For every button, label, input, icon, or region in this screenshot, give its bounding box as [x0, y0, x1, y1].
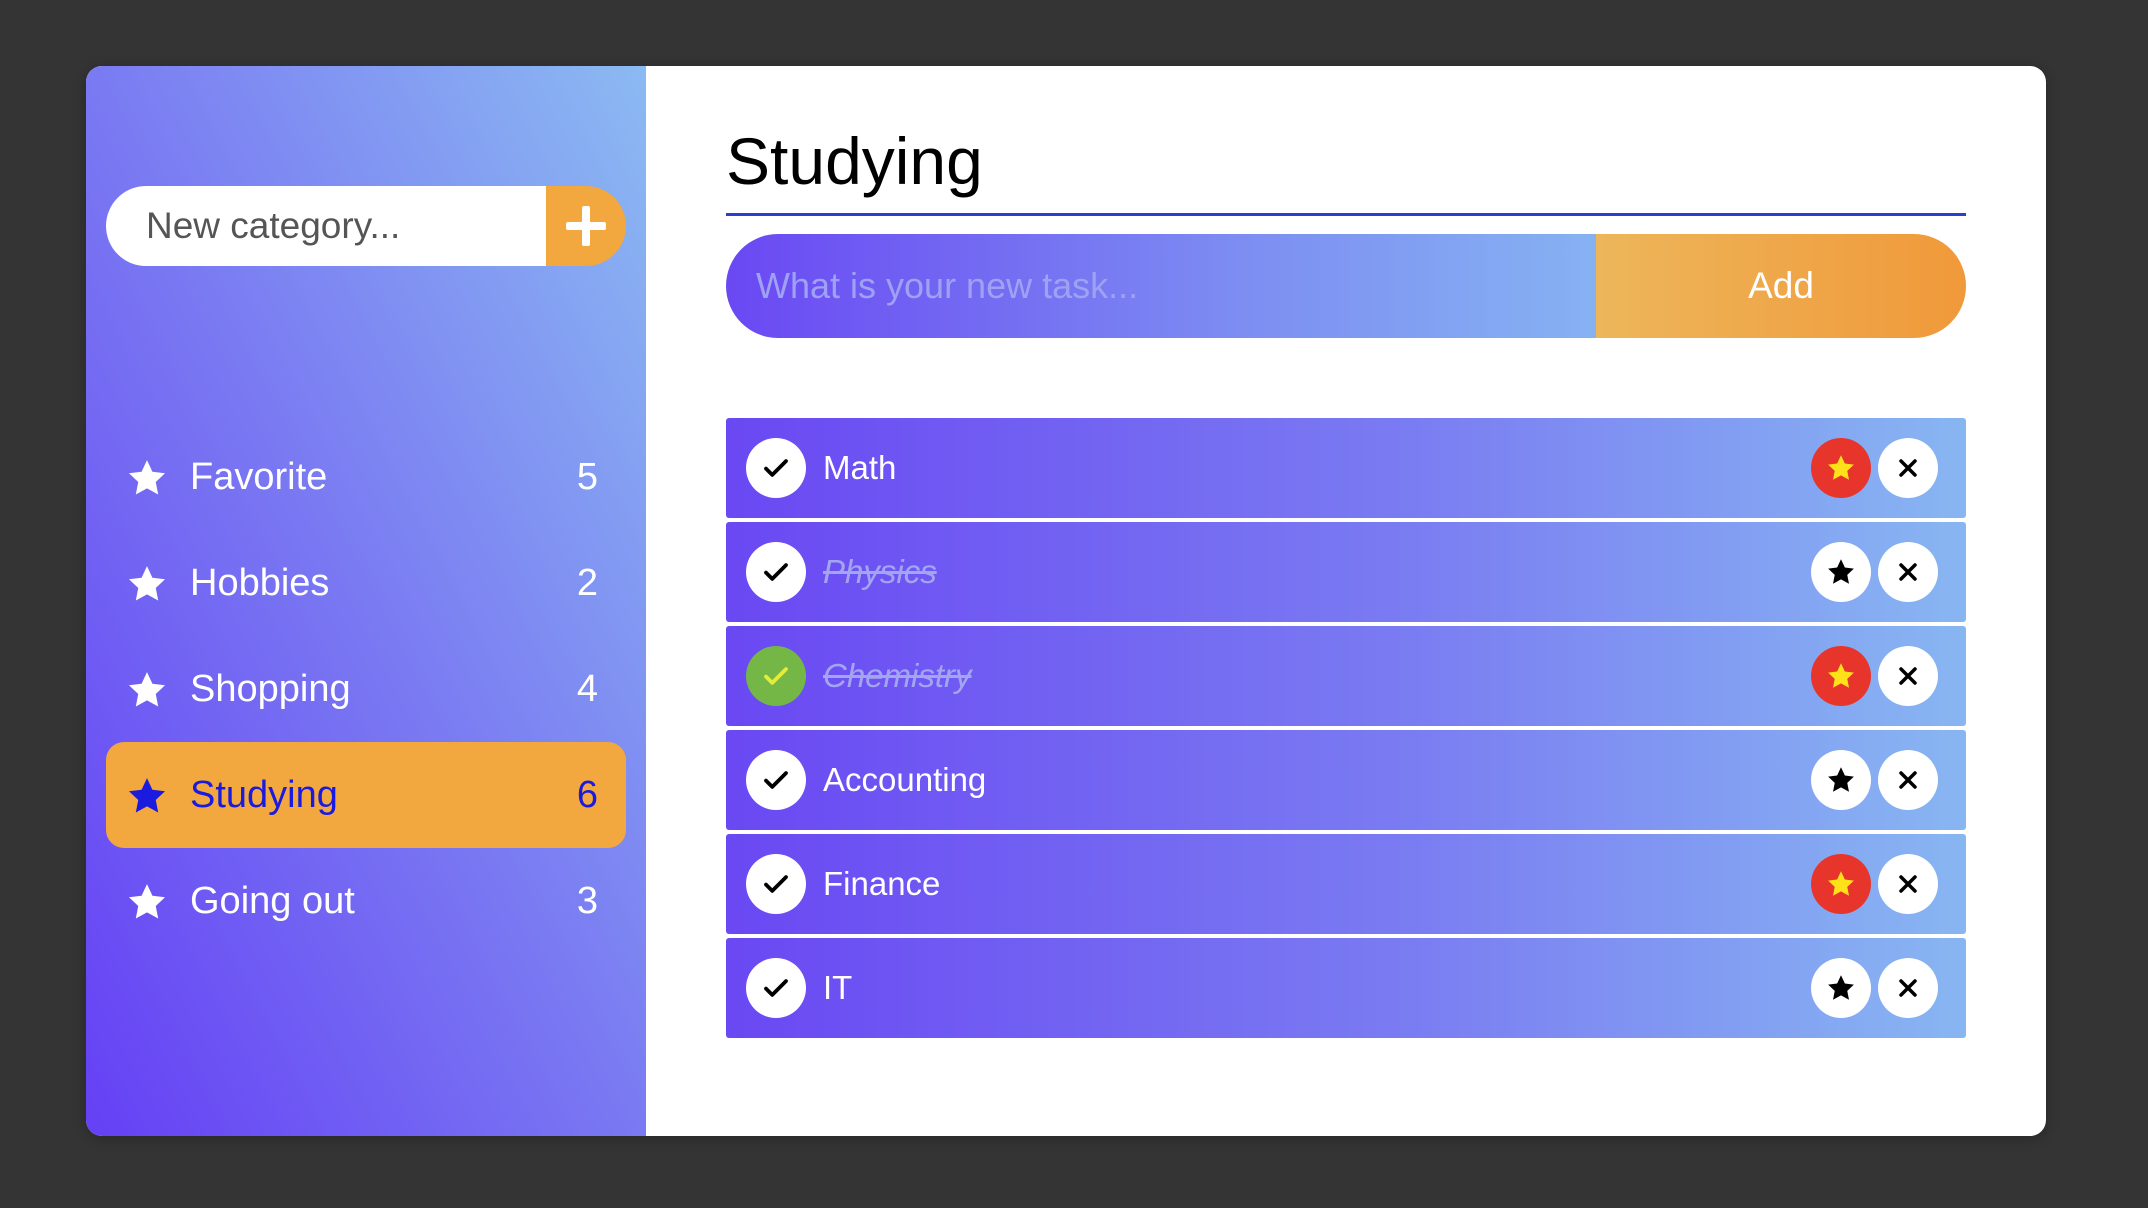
check-icon: [764, 979, 788, 997]
task-row: Finance: [726, 834, 1966, 934]
task-label: Finance: [823, 865, 941, 902]
star-icon: [128, 566, 166, 601]
delete-task-button[interactable]: [1878, 438, 1938, 498]
star-icon: [1828, 663, 1854, 688]
task-row: Chemistry: [726, 626, 1966, 726]
complete-task-button[interactable]: [746, 646, 806, 706]
favorite-task-button[interactable]: [1811, 542, 1871, 602]
sidebar: Favorite 5 Hobbies 2 Shopping 4 Studying…: [86, 66, 646, 1136]
star-icon: [128, 884, 166, 919]
category-count: 4: [576, 667, 598, 710]
new-task-form: Add: [726, 234, 1966, 338]
task-list: Math Physics Chemistry Accounting Financ…: [726, 418, 1966, 1042]
category-studying[interactable]: Studying 6: [106, 742, 626, 848]
category-label: Going out: [190, 879, 355, 922]
star-icon: [1828, 975, 1854, 1000]
complete-task-button[interactable]: [746, 438, 806, 498]
category-hobbies[interactable]: Hobbies 2: [106, 530, 626, 636]
star-icon: [1828, 559, 1854, 584]
category-shopping[interactable]: Shopping 4: [106, 636, 626, 742]
favorite-task-button[interactable]: [1811, 438, 1871, 498]
check-icon: [764, 459, 788, 477]
close-icon: [1899, 875, 1917, 893]
add-category-button[interactable]: [546, 186, 626, 266]
star-icon: [1828, 767, 1854, 792]
category-label: Favorite: [190, 455, 328, 498]
task-label: Accounting: [823, 761, 987, 798]
star-icon: [128, 778, 166, 813]
check-icon: [764, 771, 788, 789]
add-task-button[interactable]: Add: [1596, 234, 1966, 338]
complete-task-button[interactable]: [746, 958, 806, 1018]
category-favorite[interactable]: Favorite 5: [106, 424, 626, 530]
star-icon: [1828, 871, 1854, 896]
task-label: Math: [823, 449, 897, 486]
category-going-out[interactable]: Going out 3: [106, 848, 626, 954]
delete-task-button[interactable]: [1878, 958, 1938, 1018]
delete-task-button[interactable]: [1878, 646, 1938, 706]
star-icon: [128, 672, 166, 707]
close-icon: [1899, 979, 1917, 997]
close-icon: [1899, 563, 1917, 581]
category-count: 2: [576, 561, 598, 604]
task-label: Physics: [823, 553, 937, 590]
close-icon: [1899, 459, 1917, 477]
new-task-input[interactable]: [726, 234, 1596, 338]
category-label: Hobbies: [190, 561, 330, 604]
star-icon: [128, 460, 166, 495]
category-list: Favorite 5 Hobbies 2 Shopping 4 Studying…: [106, 424, 626, 954]
task-label: IT: [823, 969, 853, 1006]
task-row: Math: [726, 418, 1966, 518]
favorite-task-button[interactable]: [1811, 854, 1871, 914]
close-icon: [1899, 771, 1917, 789]
close-icon: [1899, 667, 1917, 685]
star-icon: [1828, 455, 1854, 480]
delete-task-button[interactable]: [1878, 750, 1938, 810]
todo-app-window: Favorite 5 Hobbies 2 Shopping 4 Studying…: [86, 66, 2046, 1136]
task-row: IT: [726, 938, 1966, 1038]
category-count: 5: [576, 455, 598, 498]
task-row: Accounting: [726, 730, 1966, 830]
favorite-task-button[interactable]: [1811, 750, 1871, 810]
plus-icon: [566, 206, 606, 246]
favorite-task-button[interactable]: [1811, 958, 1871, 1018]
complete-task-button[interactable]: [746, 854, 806, 914]
check-icon: [764, 667, 788, 685]
complete-task-button[interactable]: [746, 750, 806, 810]
new-category-input[interactable]: [106, 186, 546, 266]
task-label: Chemistry: [823, 657, 972, 694]
page-title: Studying: [726, 106, 1966, 216]
delete-task-button[interactable]: [1878, 542, 1938, 602]
main-panel: Studying Add Math: [646, 66, 2046, 1136]
task-row: Physics: [726, 522, 1966, 622]
favorite-task-button[interactable]: [1811, 646, 1871, 706]
page-title-text: Studying: [726, 124, 983, 198]
complete-task-button[interactable]: [746, 542, 806, 602]
category-count: 6: [576, 773, 598, 816]
delete-task-button[interactable]: [1878, 854, 1938, 914]
category-label: Studying: [190, 773, 338, 816]
category-label: Shopping: [190, 667, 351, 710]
category-count: 3: [576, 879, 598, 922]
check-icon: [764, 875, 788, 893]
check-icon: [764, 563, 788, 581]
new-category-form: [106, 186, 626, 266]
